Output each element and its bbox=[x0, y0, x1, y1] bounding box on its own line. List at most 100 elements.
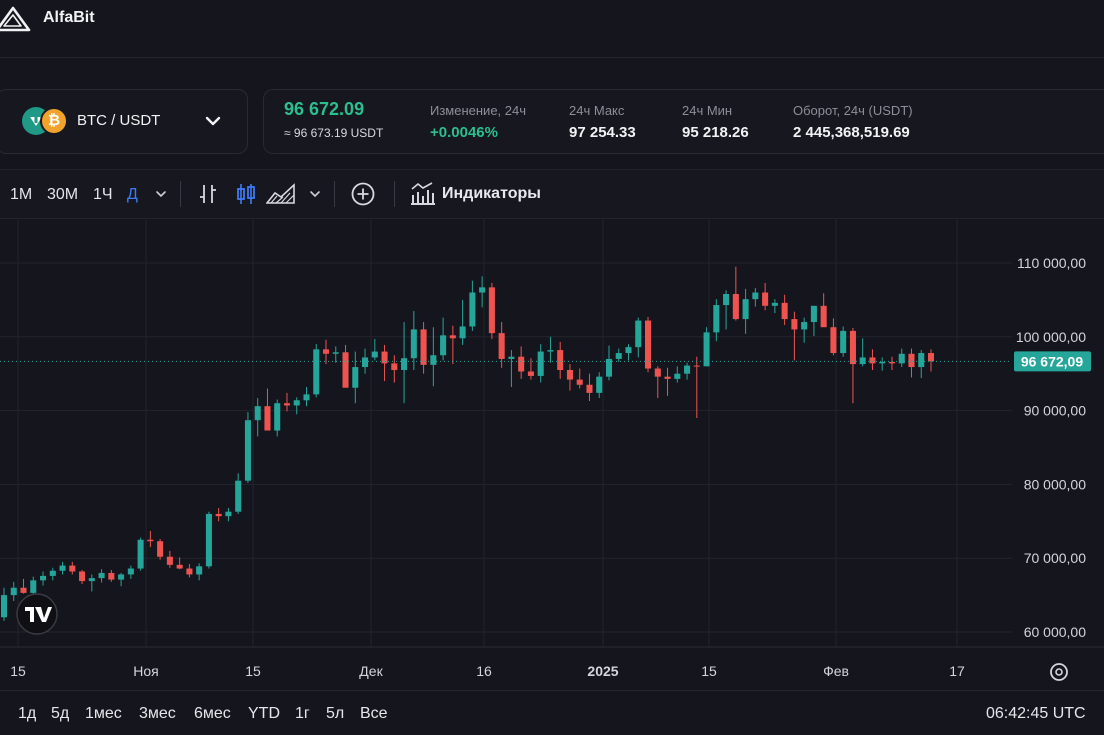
candle-body bbox=[488, 287, 495, 334]
candle-body bbox=[898, 353, 905, 364]
bar-chart-type-icon[interactable] bbox=[196, 181, 220, 207]
chart-settings-gear-icon[interactable] bbox=[1050, 663, 1068, 681]
candle-body bbox=[225, 511, 232, 517]
candle-body bbox=[771, 302, 778, 306]
candle-body bbox=[654, 368, 661, 377]
candle-body bbox=[401, 358, 408, 371]
utc-clock[interactable]: 06:42:45 UTC bbox=[986, 705, 1086, 723]
range-5d[interactable]: 5д bbox=[51, 705, 69, 723]
chevron-down-icon[interactable] bbox=[204, 114, 222, 128]
candle-body bbox=[732, 293, 739, 320]
candle-body bbox=[888, 361, 895, 364]
candle-body bbox=[362, 357, 369, 368]
candle-body bbox=[557, 350, 564, 371]
candle-body bbox=[537, 351, 544, 376]
add-plus-circle-icon[interactable] bbox=[350, 181, 376, 207]
y-axis-tick-label: 110 000,00 bbox=[1017, 255, 1086, 271]
candle-body bbox=[0, 595, 8, 618]
candle-body bbox=[801, 322, 808, 330]
candle-body bbox=[98, 572, 105, 579]
stat-label-high: 24ч Макс bbox=[569, 103, 625, 118]
range-5y[interactable]: 5л bbox=[326, 705, 344, 723]
alfabit-logo-icon[interactable] bbox=[0, 6, 32, 32]
candle-body bbox=[40, 575, 47, 581]
x-axis-tick-label: 16 bbox=[476, 663, 492, 679]
candle-body bbox=[859, 357, 866, 365]
candle-body bbox=[664, 376, 671, 379]
brand-name[interactable]: AlfaBit bbox=[43, 9, 95, 27]
candle-body bbox=[635, 320, 642, 348]
candle-body bbox=[791, 319, 798, 330]
candle-body bbox=[508, 356, 515, 359]
y-axis-tick-label: 60 000,00 bbox=[1024, 624, 1086, 640]
last-price-usdt: ≈ 96 673.19 USDT bbox=[284, 126, 384, 140]
indicators-button[interactable]: Индикаторы bbox=[442, 185, 541, 203]
candle-body bbox=[430, 355, 437, 365]
stat-value-low: 95 218.26 bbox=[682, 124, 749, 141]
candlestick-chart-type-icon[interactable] bbox=[234, 181, 258, 207]
candle-body bbox=[79, 571, 86, 582]
candle-body bbox=[322, 349, 330, 354]
current-price-label: 96 672,09 bbox=[1021, 353, 1083, 369]
candle-body bbox=[59, 565, 66, 571]
candle-body bbox=[274, 403, 281, 431]
candle-body bbox=[235, 480, 242, 512]
x-axis-tick-label: 15 bbox=[245, 663, 261, 679]
x-axis-tick-label: 15 bbox=[10, 663, 26, 679]
range-1y[interactable]: 1г bbox=[295, 705, 310, 723]
candle-body bbox=[420, 329, 427, 365]
tradingview-logo-icon[interactable] bbox=[16, 593, 58, 635]
range-1d[interactable]: 1д bbox=[18, 705, 36, 723]
candle-body bbox=[391, 363, 398, 371]
timeframe-1m[interactable]: 1М bbox=[10, 186, 32, 204]
candle-body bbox=[723, 293, 730, 306]
range-3mo[interactable]: 3мес bbox=[139, 705, 176, 723]
candle-body bbox=[927, 353, 935, 362]
candle-body bbox=[840, 330, 847, 354]
timeframe-day[interactable]: Д bbox=[127, 186, 138, 204]
x-axis-tick-label: Фев bbox=[823, 663, 849, 679]
y-axis-tick-label: 100 000,00 bbox=[1016, 329, 1086, 345]
candle-body bbox=[918, 353, 925, 368]
stat-label-change: Изменение, 24ч bbox=[430, 103, 527, 118]
range-6mo[interactable]: 6мес bbox=[194, 705, 231, 723]
range-1mo[interactable]: 1мес bbox=[85, 705, 122, 723]
area-chart-type-icon[interactable] bbox=[266, 181, 296, 207]
candle-body bbox=[205, 513, 212, 567]
candle-body bbox=[313, 349, 320, 395]
candle-body bbox=[752, 292, 759, 300]
candle-body bbox=[69, 565, 76, 572]
y-axis-tick-label: 70 000,00 bbox=[1024, 550, 1086, 566]
x-axis-tick-label: 2025 bbox=[587, 663, 618, 679]
candle-body bbox=[498, 333, 505, 359]
price-chart[interactable]: 110 000,00 100 000,00 90 000,00 80 000,00 70… bbox=[0, 219, 1104, 690]
timeframe-30m[interactable]: 30М bbox=[47, 186, 78, 204]
x-axis-tick-label: Дек bbox=[359, 663, 383, 679]
candle-body bbox=[371, 351, 378, 358]
candlestick-chart[interactable]: 110 000,00 100 000,00 90 000,00 80 000,00 70… bbox=[0, 219, 1104, 690]
candle-body bbox=[830, 327, 837, 354]
candle-body bbox=[576, 379, 583, 385]
stat-value-high: 97 254.33 bbox=[569, 124, 636, 141]
indicators-icon[interactable] bbox=[410, 181, 436, 207]
candle-body bbox=[810, 305, 817, 323]
y-axis-tick-label: 90 000,00 bbox=[1024, 403, 1086, 419]
range-all[interactable]: Все bbox=[360, 705, 388, 723]
candle-body bbox=[254, 406, 261, 421]
pair-label[interactable]: BTC / USDT bbox=[77, 112, 160, 129]
timeframe-dropdown-chevron-icon[interactable] bbox=[152, 181, 170, 207]
range-ytd[interactable]: YTD bbox=[248, 705, 280, 723]
timeframe-1h[interactable]: 1Ч bbox=[93, 186, 113, 204]
candle-body bbox=[693, 365, 700, 367]
ticker-stats-panel bbox=[263, 89, 1104, 154]
candle-body bbox=[166, 556, 173, 565]
chart-type-dropdown-chevron-icon[interactable] bbox=[306, 181, 324, 207]
candle-body bbox=[147, 539, 154, 542]
candle-body bbox=[684, 365, 691, 374]
candle-body bbox=[10, 587, 17, 596]
candle-body bbox=[762, 292, 769, 306]
candle-body bbox=[20, 587, 27, 593]
candle-body bbox=[586, 384, 593, 393]
candle-body bbox=[352, 367, 359, 388]
candle-body bbox=[293, 400, 300, 406]
